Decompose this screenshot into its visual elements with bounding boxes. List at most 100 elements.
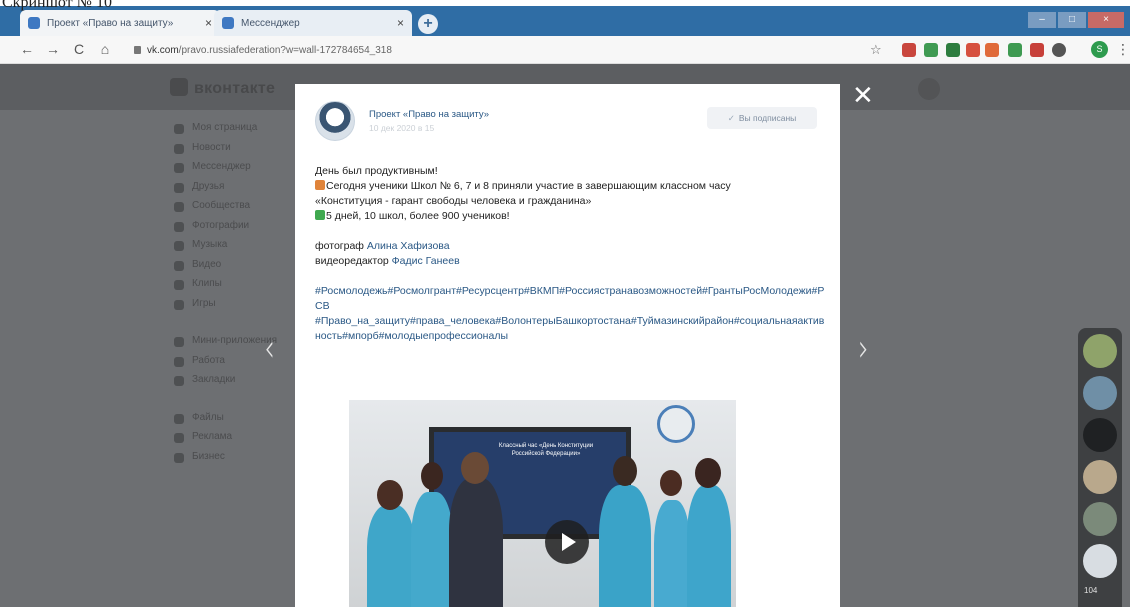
left-menu-item[interactable]: Бизнес	[170, 451, 290, 471]
home-button[interactable]: ⌂	[96, 41, 114, 57]
community-name[interactable]: Проект «Право на защиту»	[369, 109, 489, 120]
post-line: видеоредактор Фадис Ганеев	[315, 254, 827, 269]
forward-button[interactable]: →	[44, 41, 62, 57]
post-header: Проект «Право на защиту» 10 дек 2020 в 1…	[295, 84, 840, 148]
post-line: Сегодня ученики Школ № 6, 7 и 8 приняли …	[315, 179, 827, 194]
profile-avatar[interactable]: S	[1091, 41, 1108, 58]
person-figure	[411, 492, 453, 607]
person-head	[377, 480, 403, 510]
vk-page-backdrop[interactable]: вконтакте Моя страница Новости Мессенджер Д…	[0, 64, 1130, 607]
chat-avatar[interactable]	[1083, 376, 1117, 410]
close-modal-icon[interactable]: ✕	[852, 82, 874, 108]
left-menu-item[interactable]: Сообщества	[170, 200, 290, 220]
hashtags-block-2[interactable]: #Право_на_защиту#права_человека#Волонтер…	[315, 314, 827, 344]
extension-icon[interactable]	[966, 43, 980, 57]
browser-menu-icon[interactable]: ⋮	[1116, 41, 1130, 58]
vk-logo-icon	[170, 78, 188, 96]
chat-count: 104	[1084, 586, 1098, 595]
post-line: «Конституция - гарант свободы человека и…	[315, 195, 592, 207]
address-domain: vk.com	[147, 45, 179, 56]
extension-icon[interactable]	[902, 43, 916, 57]
person-figure	[449, 478, 503, 607]
left-menu-item[interactable]: Реклама	[170, 431, 290, 451]
person-figure	[654, 500, 690, 607]
browser-tab-bar: Проект «Право на защиту» × Мессенджер × …	[0, 6, 1130, 36]
person-head	[695, 458, 721, 488]
close-window-button[interactable]: ×	[1088, 12, 1124, 28]
person-head	[660, 470, 682, 496]
post-line: День был продуктивным!	[315, 165, 438, 177]
tab-messenger[interactable]: Мессенджер ×	[214, 10, 412, 36]
play-button-icon[interactable]	[545, 520, 589, 564]
lock-icon	[134, 46, 141, 54]
post-line: 5 дней, 10 школ, более 900 учеников!	[315, 209, 827, 224]
hashtags-block-1[interactable]: #Росмолодежь#Росмолгрант#Ресурсцентр#ВКМ…	[315, 284, 827, 314]
vk-logo[interactable]: вконтакте	[170, 78, 275, 98]
chat-side-panel: 104	[1078, 328, 1122, 607]
left-menu-item[interactable]: Клипы	[170, 278, 290, 298]
left-menu-item[interactable]: Новости	[170, 142, 290, 162]
post-modal: Проект «Право на защиту» 10 дек 2020 в 1…	[295, 84, 840, 607]
left-menu-item[interactable]: Друзья	[170, 181, 290, 201]
gift-emoji-icon	[315, 180, 325, 190]
post-text: День был продуктивным! Сегодня ученики Ш…	[315, 164, 827, 344]
prev-post-arrow-icon[interactable]: ‹	[264, 326, 275, 370]
left-menu-item[interactable]: Фотографии	[170, 220, 290, 240]
back-button[interactable]: ←	[18, 41, 36, 57]
person-head	[461, 452, 489, 484]
chat-avatar[interactable]	[1083, 334, 1117, 368]
post-line-text: 5 дней, 10 школ, более 900 учеников!	[326, 210, 510, 222]
left-menu-item[interactable]: Видео	[170, 259, 290, 279]
next-post-arrow-icon[interactable]: ›	[858, 326, 869, 370]
extension-icon[interactable]	[1008, 43, 1022, 57]
post-date[interactable]: 10 дек 2020 в 15	[369, 123, 434, 133]
bookmark-star-icon[interactable]: ☆	[870, 42, 882, 58]
minimize-button[interactable]: –	[1028, 12, 1056, 28]
chat-avatar[interactable]	[1083, 460, 1117, 494]
tab-pravo-na-zashchitu[interactable]: Проект «Право на защиту» ×	[20, 10, 220, 36]
community-avatar[interactable]	[315, 101, 355, 141]
reload-button[interactable]: C	[70, 41, 88, 57]
check-emoji-icon	[315, 210, 325, 220]
extension-icon[interactable]	[924, 43, 938, 57]
tab-title: Проект «Право на защиту»	[47, 17, 174, 29]
post-line: фотограф Алина Хафизова	[315, 239, 827, 254]
person-figure	[687, 485, 731, 607]
editor-label: видеоредактор	[315, 255, 392, 267]
screen-text: Классный час «День Конституции Российско…	[498, 443, 594, 457]
vk-favicon-icon	[222, 17, 234, 29]
left-menu-item[interactable]: Мессенджер	[170, 161, 290, 181]
post-line-text: Сегодня ученики Школ № 6, 7 и 8 приняли …	[326, 180, 731, 192]
vk-logo-text: вконтакте	[194, 80, 276, 97]
chat-avatar[interactable]	[1083, 418, 1117, 452]
address-bar[interactable]: vk.com/pravo.russiafederation?w=wall-172…	[134, 41, 894, 60]
editor-link[interactable]: Фадис Ганеев	[392, 255, 460, 267]
left-menu-item[interactable]: Закладки	[170, 374, 290, 394]
subscribe-label: Вы подписаны	[738, 113, 797, 123]
check-icon: ✓	[727, 113, 735, 123]
left-menu-item[interactable]: Игры	[170, 298, 290, 318]
extension-icon[interactable]	[985, 43, 999, 57]
subscribed-button[interactable]: ✓ Вы подписаны	[707, 107, 817, 129]
chat-avatar[interactable]	[1083, 502, 1117, 536]
wall-logo	[657, 405, 695, 443]
extension-icon[interactable]	[1030, 43, 1044, 57]
tab-close-icon[interactable]: ×	[397, 16, 404, 30]
post-video[interactable]: Классный час «День Конституции Российско…	[349, 400, 736, 607]
camera-icon[interactable]	[1083, 544, 1117, 578]
left-menu-item[interactable]: Файлы	[170, 412, 290, 432]
person-figure	[367, 505, 415, 607]
menu-separator	[170, 394, 290, 412]
left-menu-item[interactable]: Музыка	[170, 239, 290, 259]
photographer-label: фотограф	[315, 240, 367, 252]
vk-favicon-icon	[28, 17, 40, 29]
person-figure	[599, 485, 651, 607]
maximize-button[interactable]: □	[1058, 12, 1086, 28]
new-tab-button[interactable]: +	[418, 14, 438, 34]
left-menu-item[interactable]: Моя страница	[170, 122, 290, 142]
extension-icon[interactable]	[946, 43, 960, 57]
puzzle-extensions-icon[interactable]	[1052, 43, 1066, 57]
photographer-link[interactable]: Алина Хафизова	[367, 240, 450, 252]
tab-close-icon[interactable]: ×	[205, 16, 212, 30]
user-avatar[interactable]	[918, 78, 940, 100]
